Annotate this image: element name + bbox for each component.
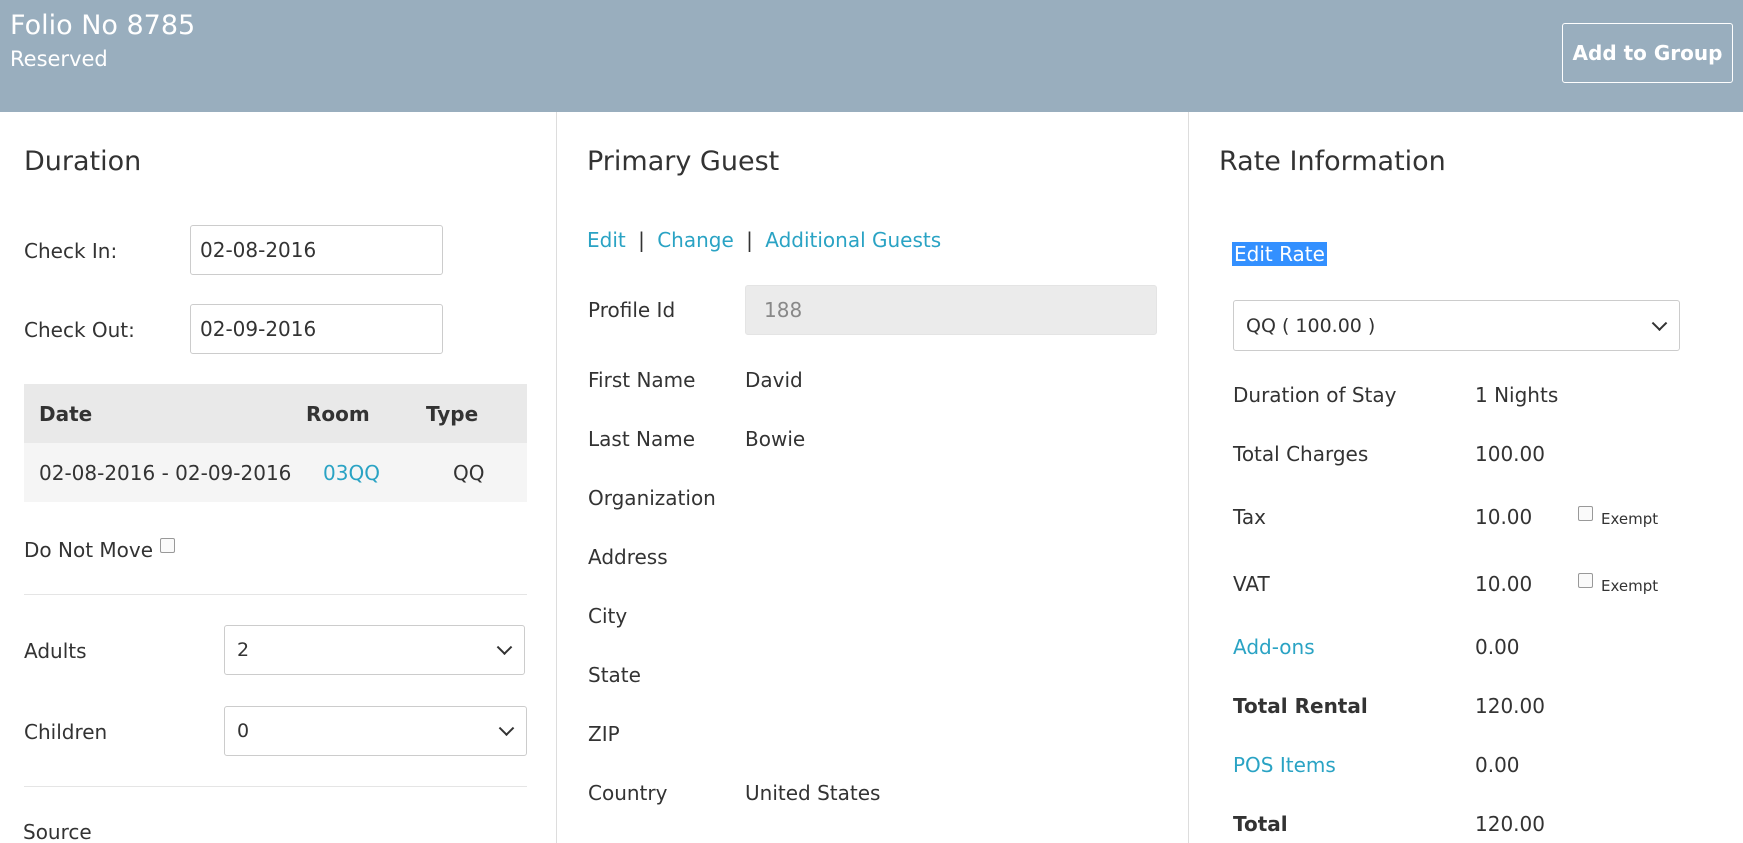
divider [24,594,527,595]
additional-guests-link[interactable]: Additional Guests [765,228,941,252]
column-header-room: Room [306,401,370,426]
total-value: 120.00 [1475,812,1545,836]
stay-table-header: Date Room Type [24,384,527,443]
duration-of-stay-label: Duration of Stay [1233,383,1397,407]
pos-items-link[interactable]: POS Items [1233,753,1336,777]
add-to-group-button[interactable]: Add to Group [1562,23,1733,83]
organization-label: Organization [588,486,716,510]
total-label: Total [1233,812,1288,836]
tax-value: 10.00 [1475,505,1533,529]
country-label: Country [588,781,668,805]
chevron-down-icon [498,720,515,737]
profile-id-field: 188 [745,285,1157,335]
do-not-move-checkbox[interactable] [160,538,175,553]
children-select[interactable]: 0 [224,706,527,756]
room-link[interactable]: 03QQ [323,461,380,485]
column-header-date: Date [39,401,93,426]
folio-header: Folio No 8785 Reserved Add to Group [0,0,1743,112]
stay-table: Date Room Type 02-08-2016 - 02-09-2016 0… [24,384,527,502]
city-label: City [588,604,628,628]
check-out-value: 02-09-2016 [200,317,317,341]
folio-status: Reserved [10,47,108,71]
rate-information-title: Rate Information [1219,146,1446,177]
chevron-down-icon [1651,314,1668,331]
column-divider [556,112,557,843]
first-name-label: First Name [588,368,696,392]
edit-guest-link[interactable]: Edit [587,228,626,252]
do-not-move-label: Do Not Move [24,538,154,562]
table-row: 02-08-2016 - 02-09-2016 03QQ QQ [24,443,527,502]
chevron-down-icon [496,639,513,656]
check-out-label: Check Out: [24,318,135,342]
adults-value: 2 [237,639,250,661]
duration-title: Duration [24,146,142,177]
check-out-input[interactable]: 02-09-2016 [190,304,443,354]
children-value: 0 [237,720,250,742]
rate-select[interactable]: QQ ( 100.00 ) [1233,300,1680,351]
adults-select[interactable]: 2 [224,625,525,675]
folio-number: Folio No 8785 [10,10,196,41]
address-label: Address [588,545,668,569]
primary-guest-title: Primary Guest [587,146,780,177]
divider [24,786,527,787]
vat-exempt-label: Exempt [1601,577,1659,595]
state-label: State [588,663,641,687]
total-charges-value: 100.00 [1475,442,1545,466]
total-rental-value: 120.00 [1475,694,1545,718]
pos-items-value: 0.00 [1475,753,1520,777]
check-in-input[interactable]: 02-08-2016 [190,225,443,275]
rate-select-value: QQ ( 100.00 ) [1246,314,1376,337]
change-guest-link[interactable]: Change [657,228,734,252]
adults-label: Adults [24,639,87,663]
add-ons-link[interactable]: Add-ons [1233,635,1315,659]
column-header-type: Type [426,401,479,426]
duration-of-stay-value: 1 Nights [1475,383,1559,407]
guest-actions: Edit | Change | Additional Guests [587,228,941,252]
vat-label: VAT [1233,572,1270,596]
stay-date-range: 02-08-2016 - 02-09-2016 [39,460,292,485]
edit-rate-link[interactable]: Edit Rate [1232,242,1327,266]
source-label: Source [23,820,92,843]
total-charges-label: Total Charges [1233,442,1369,466]
tax-label: Tax [1233,505,1266,529]
separator: | [638,228,645,252]
vat-exempt-checkbox[interactable] [1578,573,1593,588]
country-value: United States [745,781,881,805]
tax-exempt-label: Exempt [1601,510,1659,528]
last-name-value: Bowie [745,427,806,451]
tax-exempt-checkbox[interactable] [1578,506,1593,521]
edit-rate-label: Edit Rate [1232,242,1327,266]
last-name-label: Last Name [588,427,696,451]
vat-value: 10.00 [1475,572,1533,596]
first-name-value: David [745,368,803,392]
add-ons-value: 0.00 [1475,635,1520,659]
profile-id-label: Profile Id [588,298,676,322]
total-rental-label: Total Rental [1233,694,1368,718]
zip-label: ZIP [588,722,620,746]
column-divider [1188,112,1189,843]
check-in-label: Check In: [24,239,118,263]
children-label: Children [24,720,108,744]
separator: | [746,228,753,252]
check-in-value: 02-08-2016 [200,238,317,262]
room-type: QQ [453,460,485,485]
profile-id-value: 188 [764,298,803,322]
